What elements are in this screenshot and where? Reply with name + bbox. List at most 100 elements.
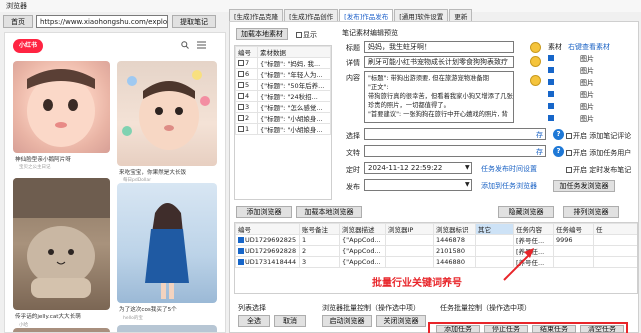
media-item-type: 图片 <box>580 79 594 87</box>
detail-label: 详情 <box>346 59 360 67</box>
media-item[interactable] <box>548 78 555 86</box>
col-header: 账号备注 <box>299 223 340 235</box>
tab-clone[interactable]: [生成]作品克隆 <box>229 9 284 21</box>
table-row[interactable]: 6 {"标题": "年轻人为... <box>235 68 331 80</box>
load-local-browser-button[interactable]: 加载本地浏览器 <box>296 206 362 218</box>
media-item[interactable] <box>548 114 555 122</box>
media-list: 图片 图片 图片 图片 图片 图片 <box>548 54 636 126</box>
media-item-type: 图片 <box>580 103 594 111</box>
close-browser-button[interactable]: 关闭浏览器 <box>376 315 426 327</box>
topic-field[interactable] <box>364 145 546 157</box>
media-item[interactable] <box>548 66 555 74</box>
media-item[interactable] <box>548 90 555 98</box>
browser-viewport[interactable]: 小红书 神仙脸型亲小鹅阿片呀 宝贝之公主日记 来吃宝宝，你果然是大长饭 每日pd… <box>4 32 226 333</box>
select-all-button[interactable]: 全选 <box>238 315 270 327</box>
cancel-button[interactable]: 取消 <box>274 315 306 327</box>
annotation-text: 批量行业关键词养号 <box>372 278 462 289</box>
tab-bar: [生成]作品克隆 [生成]作品创作 [发布]作品发布 [通用]软件设置 更新 <box>229 9 473 21</box>
media-item-type: 图片 <box>580 91 594 99</box>
media-item[interactable] <box>548 102 555 110</box>
table-row[interactable]: UD1731418444 3 {"AppCod... 1446880 [养号任... <box>235 256 637 268</box>
chevron-down-icon[interactable]: ▼ <box>465 181 472 189</box>
hide-browser-button[interactable]: 隐藏浏览器 <box>498 206 554 218</box>
editor-section-title: 笔记素材编辑预览 <box>342 29 398 37</box>
media-item[interactable] <box>548 54 555 62</box>
col-header: 任务内容 <box>513 223 554 235</box>
task-batch-label: 任务批量控制（操作选中项） <box>440 304 531 312</box>
feed-card-image[interactable] <box>117 61 217 166</box>
option-comment[interactable]: 开启 添加笔记评论 <box>566 131 631 141</box>
publish-select[interactable] <box>364 179 472 191</box>
emoji-icon[interactable] <box>530 56 541 67</box>
col-header: 任务编号 <box>553 223 594 235</box>
feed-card-title[interactable]: 来吃宝宝，你果然是大长饭 <box>119 168 217 176</box>
time-setting-link[interactable]: 任务发布时间设置 <box>481 164 537 174</box>
emoji-icon[interactable] <box>530 75 541 86</box>
feed-card-author: 宝贝之公主日记 <box>19 165 51 170</box>
list-select-label: 列表选择 <box>238 304 266 312</box>
feed-card-image[interactable] <box>13 328 110 332</box>
feed-card-title[interactable]: 传乎话的jelly.cat大大长萌 <box>15 312 110 320</box>
add-task-button[interactable]: 添加任务 <box>436 325 480 333</box>
timing-field[interactable]: 2024-11-12 22:59:22 <box>364 162 472 174</box>
content-label: 内容 <box>346 74 360 82</box>
feed-card-title[interactable]: 神仙脸型亲小鹅阿片呀 <box>15 155 110 163</box>
title-field[interactable]: 妈妈，我生蛀牙啊！ <box>364 41 514 53</box>
col-header: 编号 <box>235 223 300 235</box>
calendar-dropdown-icon[interactable]: ▼ <box>465 164 472 172</box>
table-row[interactable]: 3 {"标题": "怎么感觉... <box>235 101 331 113</box>
home-button[interactable]: 首页 <box>3 15 33 28</box>
add-browser-button[interactable]: 添加浏览器 <box>236 206 292 218</box>
option-users[interactable]: 开启 添加任务用户 <box>566 148 631 158</box>
feed-card-image[interactable] <box>13 61 110 153</box>
content-textarea[interactable]: "标题": 带狗出游须要, 但在旅游宠物准备期 "正文": 带狗旅行真的很幸苦，… <box>364 71 514 123</box>
table-row[interactable]: 5 {"标题": "50年后养... <box>235 79 331 91</box>
option-scheduled[interactable]: 开启 定时发布笔记 <box>566 165 631 175</box>
title-label: 标题 <box>346 44 360 52</box>
clear-task-button[interactable]: 清空任务 <box>580 325 624 333</box>
add-task-link[interactable]: 添加到任务浏览器 <box>481 181 537 191</box>
save-topic-link[interactable]: 存 <box>536 147 543 157</box>
browser-batch-label: 浏览器批量控制（操作选中项） <box>322 304 420 312</box>
table-row[interactable]: 4 {"标题": "24秋招... <box>235 90 331 102</box>
save-select-link[interactable]: 存 <box>536 130 543 140</box>
col-header: 编号 <box>235 46 258 58</box>
select-field[interactable] <box>364 128 546 140</box>
col-header: 浏览器标识 <box>433 223 476 235</box>
media-item-type: 图片 <box>580 55 594 63</box>
url-field[interactable]: https://www.xiaohongshu.com/explor <box>36 15 168 28</box>
load-local-materials-button[interactable]: 加载本地素材 <box>236 28 288 40</box>
table-row[interactable]: UD1729692825 1 {"AppCod... 1446878 [养号任... 9… <box>235 234 637 246</box>
start-browser-button[interactable]: 启动浏览器 <box>322 315 372 327</box>
table-row[interactable]: 7 {"标题": "妈妈, 我... <box>235 57 331 69</box>
feed-card-image[interactable] <box>13 178 110 310</box>
help-icon[interactable]: ? <box>553 146 564 157</box>
table-row[interactable]: 1 {"标题": "小胡娘身... <box>235 123 331 135</box>
table-row[interactable]: UD1729692828 2{"AppCod...2101580[养号任... <box>235 245 637 257</box>
tab-update[interactable]: 更新 <box>449 9 473 21</box>
extract-notes-button[interactable]: 提取笔记 <box>172 15 216 28</box>
help-icon[interactable]: ? <box>553 129 564 140</box>
add-scheduled-browser-button[interactable]: 加任务发浏览器 <box>553 180 615 192</box>
sort-browser-button[interactable]: 排列浏览器 <box>563 206 619 218</box>
menu-icon[interactable] <box>197 41 206 49</box>
tab-create[interactable]: [生成]作品创作 <box>284 9 339 21</box>
search-icon[interactable] <box>181 41 189 49</box>
feed-card-image[interactable] <box>117 183 217 303</box>
show-checkbox[interactable]: 显示 <box>296 30 317 40</box>
timing-label: 定时 <box>346 166 360 174</box>
tab-settings[interactable]: [通用]软件设置 <box>394 9 449 21</box>
col-header: 浏览器IP <box>385 223 434 235</box>
col-header: 素材数据 <box>257 46 331 58</box>
feed-card-title[interactable]: 为了这次cos我买了5个 <box>119 305 217 313</box>
feed-card-image[interactable] <box>117 325 217 332</box>
stop-task-button[interactable]: 停止任务 <box>484 325 528 333</box>
emoji-icon[interactable] <box>530 42 541 53</box>
xhs-logo[interactable]: 小红书 <box>13 39 43 53</box>
table-row[interactable]: 2 {"标题": "小胡娘身... <box>235 112 331 124</box>
tab-publish[interactable]: [发布]作品发布 <box>339 9 394 21</box>
detail-field[interactable]: 刷牙可能小红书宠物成长计划零食狗狗表致疗 <box>364 56 514 68</box>
view-media-link[interactable]: 右键查看素材 <box>568 42 610 52</box>
select-label: 选择 <box>346 132 360 140</box>
end-task-button[interactable]: 结束任务 <box>532 325 576 333</box>
